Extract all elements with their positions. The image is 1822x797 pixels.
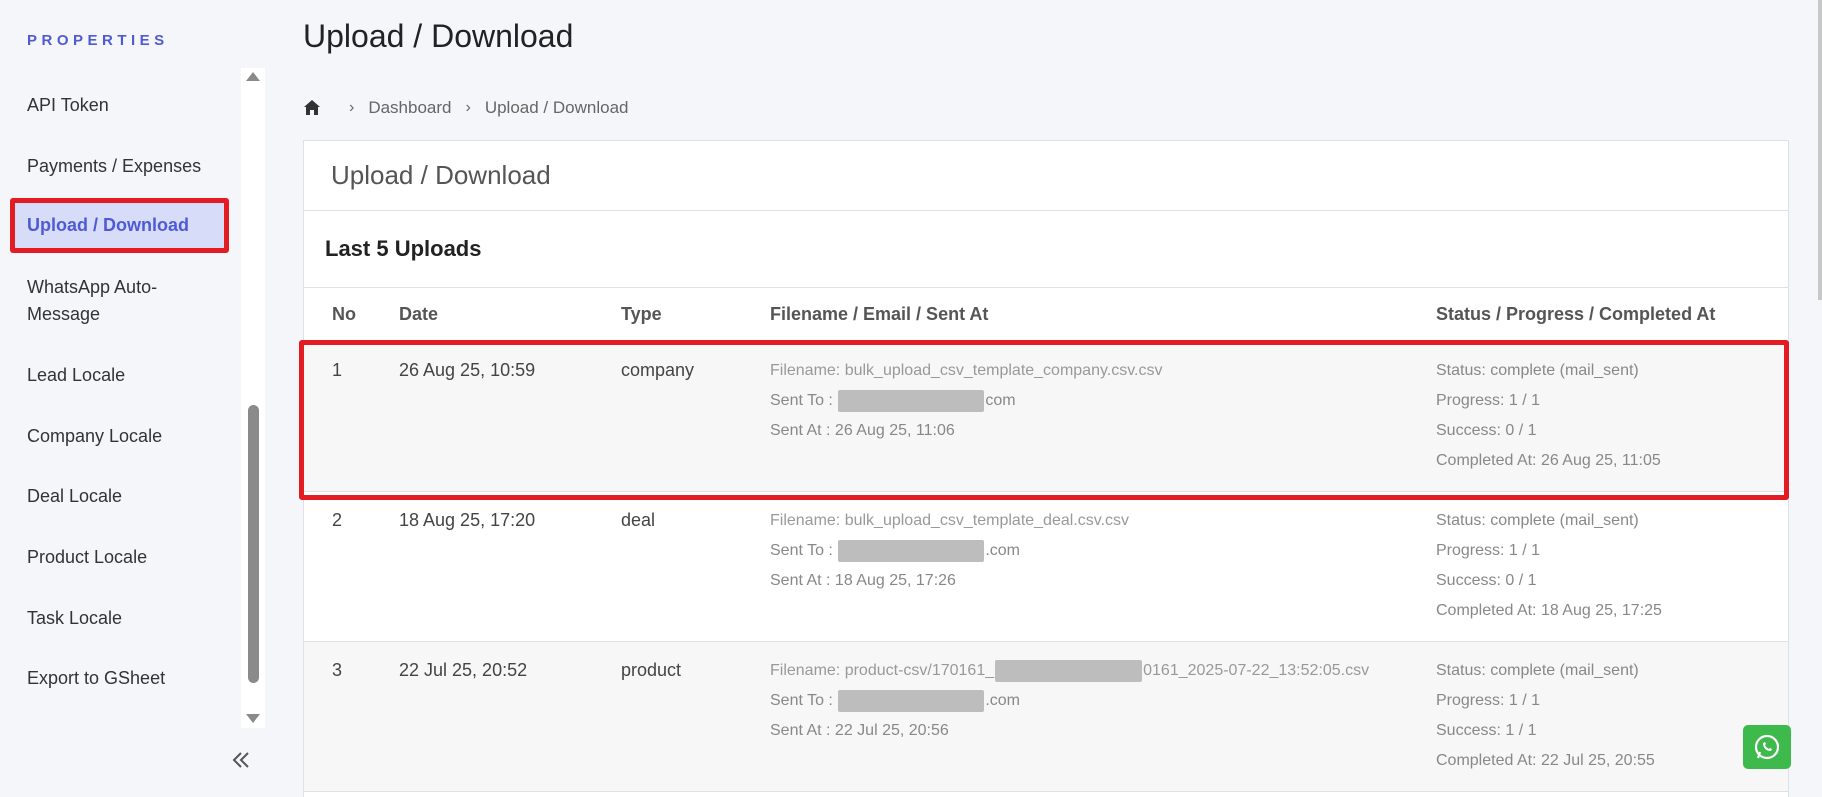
row-filename: Filename: product-csv/170161_ 0161_2025-0… <box>770 656 1369 686</box>
sidebar-item-export-to-gsheet[interactable]: Export to GSheet <box>27 665 227 692</box>
row-progress: Progress: 1 / 1 <box>1436 542 1541 559</box>
row-file-info: Filename: bulk_upload_csv_template_deal.… <box>770 506 1129 596</box>
row-type: product <box>621 660 682 680</box>
row-success: Success: 1 / 1 <box>1436 722 1537 739</box>
column-header-status: Status / Progress / Completed At <box>1436 304 1716 324</box>
chevron-right-icon: › <box>349 99 355 116</box>
row-success: Success: 0 / 1 <box>1436 422 1537 439</box>
row-progress: Progress: 1 / 1 <box>1436 392 1541 409</box>
sidebar-item-deal-locale[interactable]: Deal Locale <box>27 483 227 510</box>
row-status-info: Status: complete (mail_sent) Progress: 1… <box>1436 356 1661 476</box>
row-sent-at: Sent At : 18 Aug 25, 17:26 <box>770 572 956 589</box>
redacted-email <box>838 539 985 562</box>
redacted-email <box>838 389 985 412</box>
redacted-filename <box>995 659 1143 682</box>
row-date: 22 Jul 25, 20:52 <box>399 660 528 680</box>
page-title: Upload / Download <box>303 18 574 54</box>
sidebar: PROPERTIES API Token Payments / Expenses… <box>0 0 265 797</box>
row-sent-to: Sent To : com <box>770 386 1163 416</box>
sidebar-item-company-locale[interactable]: Company Locale <box>27 423 227 450</box>
home-icon[interactable] <box>303 99 321 117</box>
column-header-no: No <box>332 304 356 324</box>
row-date: 26 Aug 25, 10:59 <box>399 360 536 380</box>
row-sent-at: Sent At : 26 Aug 25, 11:06 <box>770 422 955 439</box>
row-date: 18 Aug 25, 17:20 <box>399 510 536 530</box>
row-type: company <box>621 360 695 380</box>
card-title: Upload / Download <box>304 141 1788 211</box>
sidebar-item-upload-download[interactable]: Upload / Download <box>10 198 229 253</box>
redacted-email <box>838 689 985 712</box>
table-header: No Date Type Filename / Email / Sent At … <box>304 288 1788 342</box>
row-completed-at: Completed At: 18 Aug 25, 17:25 <box>1436 602 1662 619</box>
row-completed-at: Completed At: 26 Aug 25, 11:05 <box>1436 452 1661 469</box>
row-progress: Progress: 1 / 1 <box>1436 692 1541 709</box>
row-completed-at: Completed At: 22 Jul 25, 20:55 <box>1436 752 1655 769</box>
scroll-down-arrow-icon[interactable] <box>246 714 260 723</box>
page-scrollbar[interactable] <box>1818 0 1822 300</box>
sidebar-heading: PROPERTIES <box>27 32 169 49</box>
sidebar-item-task-locale[interactable]: Task Locale <box>27 605 227 632</box>
row-status-info: Status: complete (mail_sent) Progress: 1… <box>1436 656 1655 776</box>
column-header-type: Type <box>621 304 662 324</box>
breadcrumb: › Dashboard › Upload / Download <box>303 98 628 118</box>
row-sent-to: Sent To : .com <box>770 686 1369 716</box>
table-row: 3 22 Jul 25, 20:52 product Filename: pro… <box>304 642 1788 792</box>
whatsapp-icon <box>1754 734 1780 760</box>
row-sent-at: Sent At : 22 Jul 25, 20:56 <box>770 722 949 739</box>
row-file-info: Filename: product-csv/170161_ 0161_2025-0… <box>770 656 1369 746</box>
upload-download-card: Upload / Download Last 5 Uploads No Date… <box>303 140 1789 797</box>
table-row: 2 18 Aug 25, 17:20 deal Filename: bulk_u… <box>304 492 1788 642</box>
scroll-up-arrow-icon[interactable] <box>246 72 260 81</box>
table-row: 1 26 Aug 25, 10:59 company Filename: bul… <box>304 342 1788 492</box>
breadcrumb-dashboard[interactable]: Dashboard <box>368 98 451 118</box>
row-no: 2 <box>332 510 343 530</box>
double-chevron-left-icon[interactable] <box>228 748 252 778</box>
row-filename: Filename: bulk_upload_csv_template_compa… <box>770 362 1163 379</box>
row-status-info: Status: complete (mail_sent) Progress: 1… <box>1436 506 1662 626</box>
row-success: Success: 0 / 1 <box>1436 572 1537 589</box>
sidebar-item-whatsapp-auto-message[interactable]: WhatsApp Auto-Message <box>27 274 227 328</box>
column-header-filename: Filename / Email / Sent At <box>770 304 989 324</box>
row-status: Status: complete (mail_sent) <box>1436 512 1639 529</box>
uploads-table: Last 5 Uploads No Date Type Filename / E… <box>304 211 1788 792</box>
sidebar-item-product-locale[interactable]: Product Locale <box>27 544 227 571</box>
row-sent-to: Sent To : .com <box>770 536 1129 566</box>
sidebar-item-lead-locale[interactable]: Lead Locale <box>27 362 227 389</box>
breadcrumb-current: Upload / Download <box>484 98 629 117</box>
row-filename: Filename: bulk_upload_csv_template_deal.… <box>770 512 1130 529</box>
whatsapp-chat-button[interactable] <box>1743 725 1791 769</box>
row-status: Status: complete (mail_sent) <box>1436 362 1639 379</box>
sidebar-scroll-thumb[interactable] <box>248 405 259 683</box>
row-type: deal <box>621 510 656 530</box>
column-header-date: Date <box>399 304 439 324</box>
row-status: Status: complete (mail_sent) <box>1436 662 1639 679</box>
sidebar-item-api-token[interactable]: API Token <box>27 92 227 119</box>
row-no: 3 <box>332 660 343 680</box>
chevron-right-icon: › <box>465 99 471 116</box>
row-no: 1 <box>332 360 343 380</box>
sidebar-item-payments-expenses[interactable]: Payments / Expenses <box>27 153 227 180</box>
row-file-info: Filename: bulk_upload_csv_template_compa… <box>770 356 1163 446</box>
section-title: Last 5 Uploads <box>304 211 1788 288</box>
